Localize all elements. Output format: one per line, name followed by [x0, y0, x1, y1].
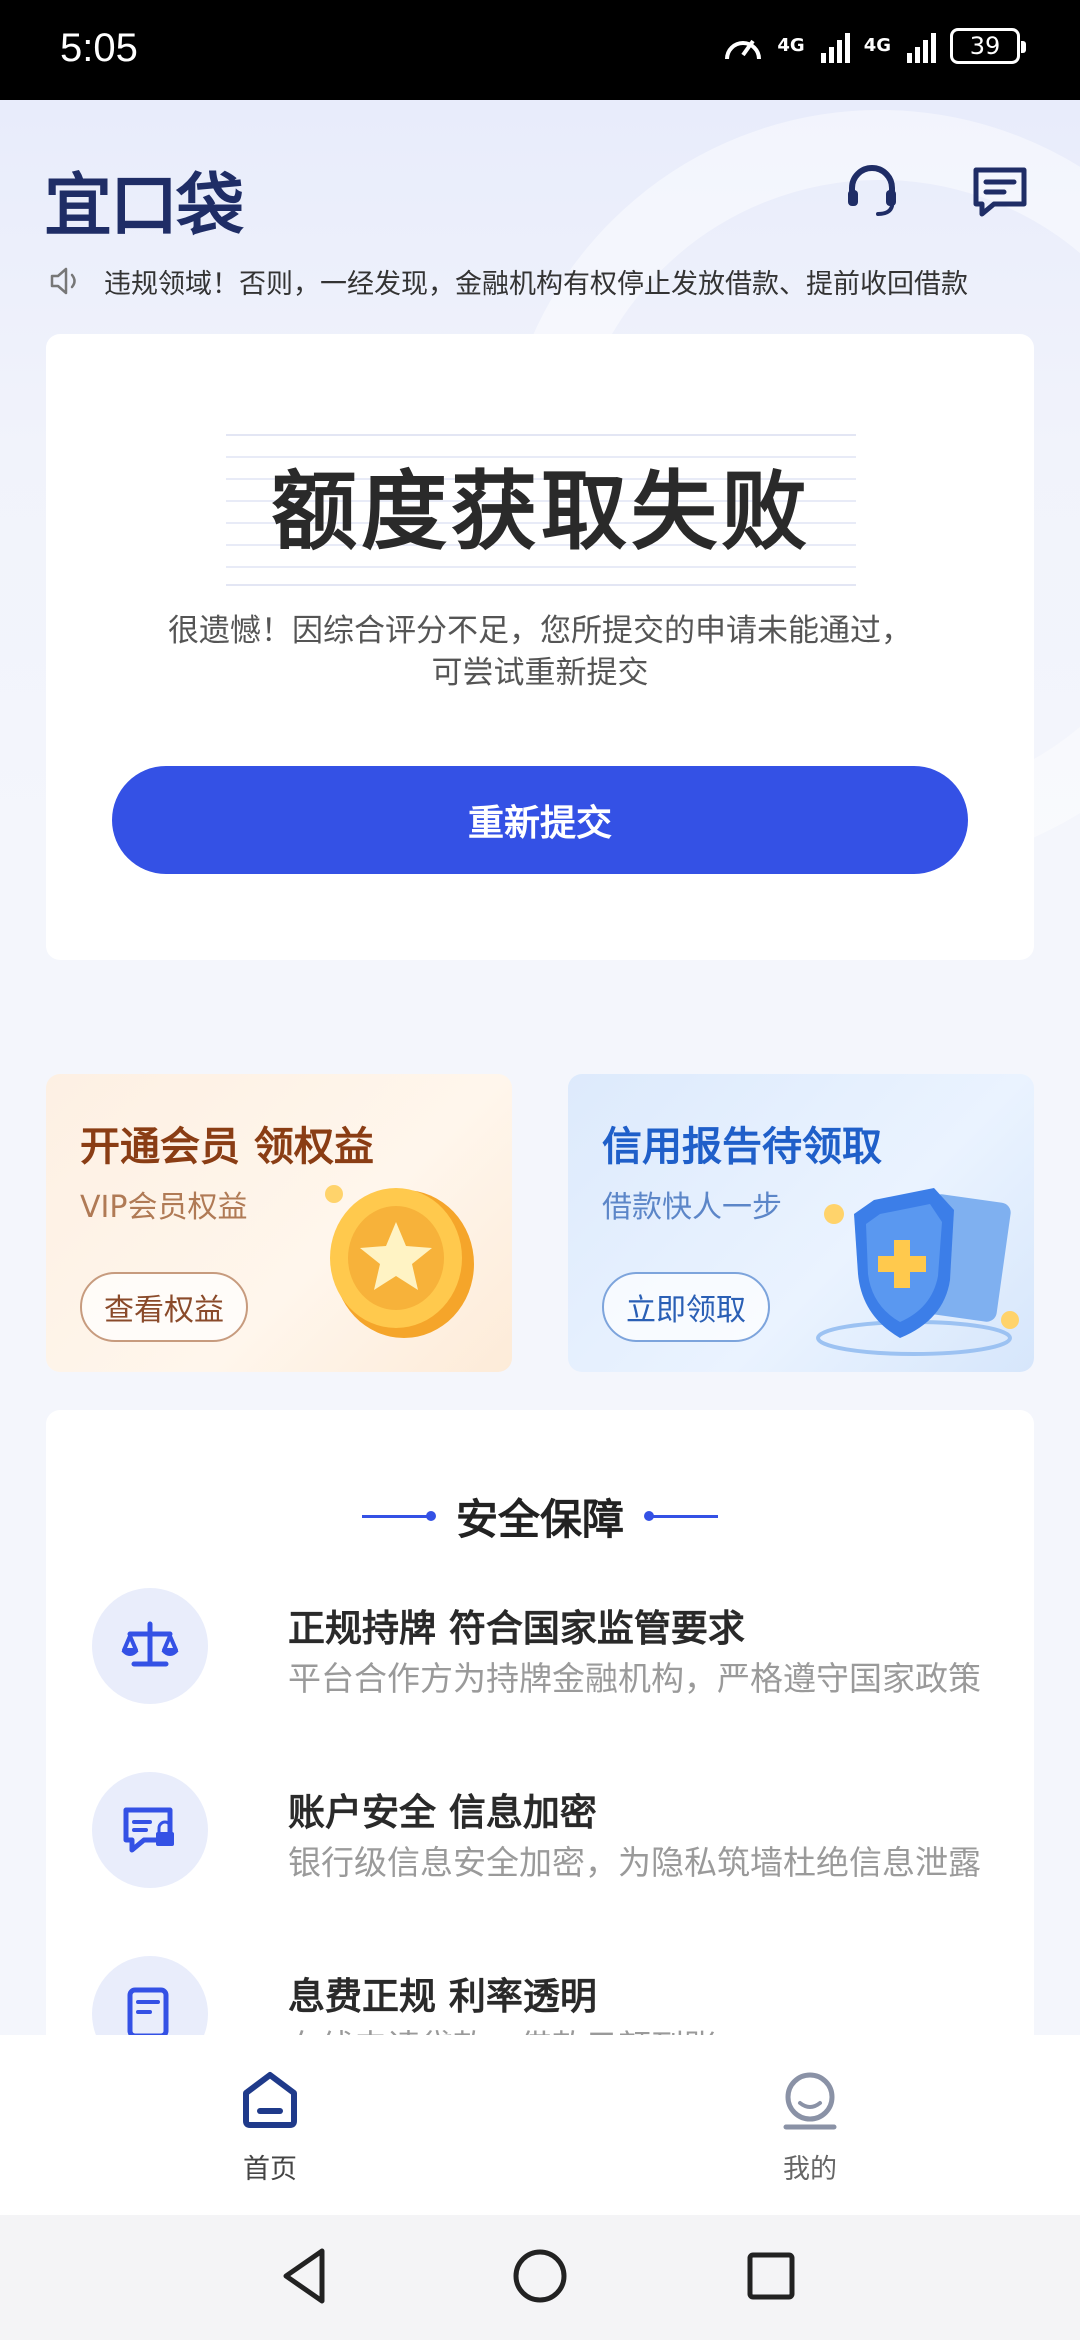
system-nav-bar — [0, 2215, 1080, 2340]
speed-icon — [725, 39, 762, 60]
result-title-box: 额度获取失败 — [226, 434, 856, 586]
security-item-title: 正规持牌 符合国家监管要求 — [288, 1607, 745, 1650]
credit-promo-title: 信用报告待领取 — [602, 1124, 882, 1170]
speaker-icon — [50, 267, 76, 295]
message-icon[interactable] — [970, 160, 1030, 220]
star-coin-icon — [325, 1185, 474, 1338]
security-item-desc: 银行级信息安全加密，为隐私筑墙杜绝信息泄露 — [288, 1843, 981, 1882]
security-item-title: 息费正规 利率透明 — [288, 1975, 597, 2018]
notice-text: 违规领域！否则，一经发现，金融机构有权停止发放借款、提前收回借款 — [104, 268, 968, 300]
security-item: 账户安全 信息加密 银行级信息安全加密，为隐私筑墙杜绝信息泄露 — [92, 1772, 992, 1892]
result-description: 很遗憾！因综合评分不足，您所提交的申请未能通过， 可尝试重新提交 — [106, 610, 974, 694]
credit-promo-subtitle: 借款快人一步 — [602, 1190, 782, 1225]
tab-home-label: 首页 — [243, 2154, 297, 2185]
shield-icon — [816, 1188, 1019, 1356]
result-description-line1: 很遗憾！因综合评分不足，您所提交的申请未能通过， — [168, 613, 912, 649]
vip-promo-subtitle: VIP会员权益 — [80, 1190, 248, 1225]
claim-now-button[interactable]: 立即领取 — [602, 1272, 770, 1342]
security-item-desc: 平台合作方为持牌金融机构，严格遵守国家政策 — [288, 1659, 981, 1698]
security-item: 正规持牌 符合国家监管要求 平台合作方为持牌金融机构，严格遵守国家政策 — [92, 1588, 992, 1708]
network-type-2: 4G — [863, 35, 891, 56]
status-time: 5:05 — [60, 26, 138, 70]
bottom-tab-bar: 首页 我的 — [0, 2035, 1080, 2215]
view-benefits-button[interactable]: 查看权益 — [80, 1272, 248, 1342]
battery-icon: 39 — [950, 28, 1026, 64]
status-bar: 5:05 4G 4G 39 — [0, 0, 1080, 100]
credit-report-promo-card[interactable]: 信用报告待领取 借款快人一步 立即领取 — [568, 1074, 1034, 1372]
result-card: 额度获取失败 很遗憾！因综合评分不足，您所提交的申请未能通过， 可尝试重新提交 … — [46, 334, 1034, 960]
battery-level: 39 — [969, 32, 1001, 60]
back-icon[interactable] — [272, 2241, 342, 2311]
network-type-1: 4G — [777, 35, 805, 56]
secure-message-icon — [92, 1772, 208, 1888]
vip-promo-card[interactable]: 开通会员 领权益 VIP会员权益 查看权益 — [46, 1074, 512, 1372]
tab-mine-label: 我的 — [783, 2154, 837, 2185]
home-circle-icon[interactable] — [505, 2241, 575, 2311]
security-title-row: 安全保障 — [46, 1486, 1034, 1547]
tab-mine[interactable]: 我的 — [740, 2069, 880, 2186]
result-title: 额度获取失败 — [271, 462, 811, 562]
home-icon — [243, 2072, 297, 2128]
security-title: 安全保障 — [455, 1495, 624, 1544]
recent-apps-icon[interactable] — [736, 2241, 806, 2311]
security-card: 安全保障 正规持牌 符合国家监管要求 平台合作方为持牌金融机构，严格遵守国家政策… — [46, 1410, 1034, 2072]
app-logo: 宜口袋 — [44, 167, 244, 246]
result-description-line2: 可尝试重新提交 — [431, 655, 649, 691]
signal-icon-2 — [907, 29, 936, 63]
security-item-title: 账户安全 信息加密 — [288, 1791, 597, 1834]
customer-service-icon[interactable] — [842, 160, 902, 220]
vip-promo-title: 开通会员 领权益 — [80, 1124, 374, 1170]
profile-icon — [783, 2072, 837, 2130]
notice-marquee: 违规领域！否则，一经发现，金融机构有权停止发放借款、提前收回借款 — [48, 260, 1038, 302]
title-decoration-left — [361, 1511, 436, 1521]
scale-icon — [92, 1588, 208, 1704]
signal-icon-1 — [820, 29, 850, 63]
title-decoration-right — [644, 1511, 718, 1521]
status-icons: 4G 4G 39 — [723, 28, 1026, 64]
resubmit-button[interactable]: 重新提交 — [112, 766, 968, 874]
tab-home[interactable]: 首页 — [200, 2069, 340, 2186]
